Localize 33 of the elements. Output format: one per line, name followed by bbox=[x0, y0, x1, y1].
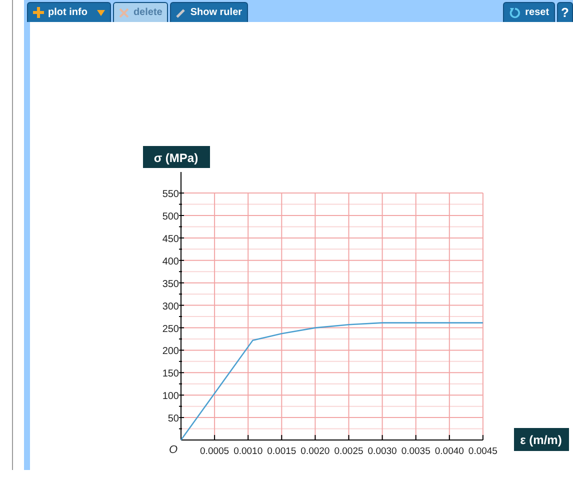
tick-label: 0.0005 bbox=[200, 446, 230, 457]
tick-label: 500 bbox=[162, 212, 179, 222]
tick-label: 0.0045 bbox=[468, 446, 498, 457]
y-axis-title: σ (MPa) bbox=[154, 151, 198, 165]
y-axis-label: σ (MPa) bbox=[143, 146, 210, 168]
tick-label: 450 bbox=[162, 234, 179, 245]
tick-label: 300 bbox=[162, 301, 179, 312]
help-button[interactable]: ? bbox=[557, 2, 573, 22]
tick-label: 150 bbox=[162, 368, 179, 380]
tick-label: 250 bbox=[162, 324, 179, 335]
tick-label: 0.0040 bbox=[434, 446, 464, 457]
x-axis-title: ε (m/m) bbox=[520, 433, 562, 447]
cross-icon bbox=[119, 8, 130, 18]
tick-label: 200 bbox=[162, 346, 179, 358]
toolbar-button[interactable]: reset bbox=[503, 2, 556, 22]
tick-label: 550 bbox=[162, 189, 179, 200]
origin-label: O bbox=[169, 444, 178, 456]
tick-label: 400 bbox=[162, 256, 179, 268]
tick-label: 0.0010 bbox=[234, 446, 263, 457]
reset-icon bbox=[509, 6, 522, 18]
tick-label: 50 bbox=[168, 414, 179, 425]
tick-label: 350 bbox=[162, 278, 179, 290]
toolbar-button[interactable]: plot info bbox=[27, 2, 112, 22]
toolbar-button[interactable]: Show ruler bbox=[170, 2, 248, 22]
tick-label: 0.0020 bbox=[300, 446, 330, 457]
plus-icon bbox=[33, 7, 44, 18]
pencil-icon bbox=[176, 8, 186, 18]
x-axis-label: ε (m/m) bbox=[514, 428, 569, 451]
tick-label: 100 bbox=[162, 391, 179, 402]
tick-label: 0.0015 bbox=[267, 446, 296, 457]
tick-label: 0.0035 bbox=[401, 446, 430, 457]
tick-label: 0.0025 bbox=[334, 446, 364, 457]
tick-label: 0.0030 bbox=[368, 446, 397, 457]
